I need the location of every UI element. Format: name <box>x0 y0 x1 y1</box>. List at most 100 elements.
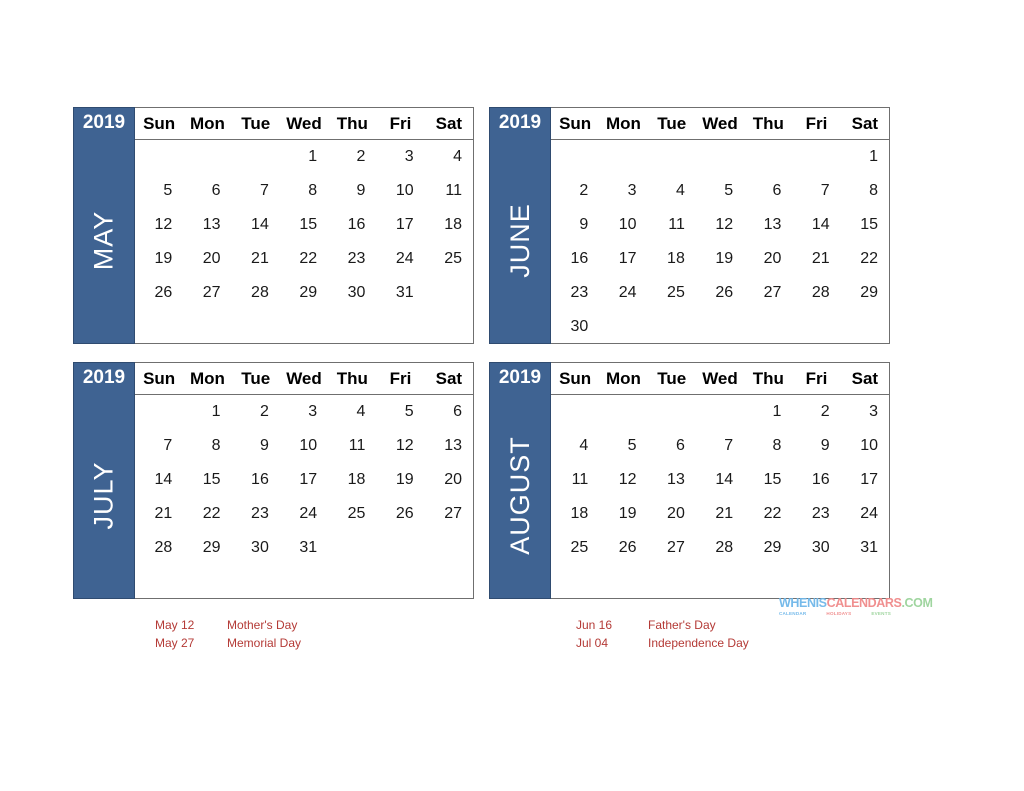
day-cell[interactable] <box>376 565 424 599</box>
day-cell[interactable]: 3 <box>841 395 889 430</box>
day-cell[interactable]: 14 <box>696 463 744 497</box>
day-cell[interactable]: 18 <box>328 463 376 497</box>
day-cell[interactable]: 6 <box>425 395 473 430</box>
day-cell[interactable] <box>744 310 792 344</box>
day-cell[interactable]: 4 <box>648 174 696 208</box>
day-cell[interactable]: 8 <box>841 174 889 208</box>
day-cell[interactable]: 16 <box>792 463 840 497</box>
day-cell[interactable]: 5 <box>135 174 183 208</box>
day-cell[interactable]: 6 <box>648 429 696 463</box>
day-cell[interactable]: 28 <box>696 531 744 565</box>
day-cell[interactable]: 20 <box>648 497 696 531</box>
day-cell[interactable]: 15 <box>841 208 889 242</box>
day-cell[interactable]: 11 <box>648 208 696 242</box>
day-cell[interactable] <box>599 310 647 344</box>
day-cell[interactable]: 20 <box>183 242 231 276</box>
day-cell[interactable]: 7 <box>792 174 840 208</box>
day-cell[interactable]: 29 <box>841 276 889 310</box>
day-cell[interactable] <box>425 565 473 599</box>
day-cell[interactable]: 10 <box>841 429 889 463</box>
day-cell[interactable]: 23 <box>551 276 599 310</box>
day-cell[interactable]: 23 <box>232 497 280 531</box>
day-cell[interactable]: 7 <box>696 429 744 463</box>
day-cell[interactable] <box>328 310 376 344</box>
day-cell[interactable]: 31 <box>376 276 424 310</box>
day-cell[interactable]: 28 <box>232 276 280 310</box>
day-cell[interactable]: 25 <box>551 531 599 565</box>
day-cell[interactable]: 20 <box>425 463 473 497</box>
day-cell[interactable] <box>648 310 696 344</box>
day-cell[interactable]: 9 <box>232 429 280 463</box>
day-cell[interactable] <box>425 531 473 565</box>
day-cell[interactable]: 22 <box>841 242 889 276</box>
day-cell[interactable]: 4 <box>551 429 599 463</box>
day-cell[interactable]: 30 <box>328 276 376 310</box>
day-cell[interactable] <box>648 565 696 599</box>
day-cell[interactable]: 10 <box>376 174 424 208</box>
day-cell[interactable]: 17 <box>599 242 647 276</box>
day-cell[interactable]: 29 <box>744 531 792 565</box>
day-cell[interactable]: 23 <box>792 497 840 531</box>
day-cell[interactable]: 1 <box>841 140 889 175</box>
day-cell[interactable]: 7 <box>135 429 183 463</box>
day-cell[interactable]: 16 <box>328 208 376 242</box>
day-cell[interactable] <box>135 310 183 344</box>
day-cell[interactable]: 3 <box>376 140 424 175</box>
day-cell[interactable]: 4 <box>425 140 473 175</box>
day-cell[interactable]: 13 <box>648 463 696 497</box>
day-cell[interactable] <box>744 565 792 599</box>
day-cell[interactable]: 21 <box>135 497 183 531</box>
day-cell[interactable]: 26 <box>376 497 424 531</box>
day-cell[interactable]: 18 <box>425 208 473 242</box>
day-cell[interactable]: 24 <box>841 497 889 531</box>
day-cell[interactable]: 12 <box>696 208 744 242</box>
day-cell[interactable]: 26 <box>135 276 183 310</box>
day-cell[interactable] <box>841 565 889 599</box>
day-cell[interactable]: 21 <box>792 242 840 276</box>
day-cell[interactable]: 3 <box>280 395 328 430</box>
day-cell[interactable]: 4 <box>328 395 376 430</box>
day-cell[interactable]: 11 <box>328 429 376 463</box>
day-cell[interactable] <box>376 310 424 344</box>
day-cell[interactable]: 29 <box>280 276 328 310</box>
day-cell[interactable] <box>135 565 183 599</box>
day-cell[interactable] <box>696 395 744 430</box>
day-cell[interactable]: 9 <box>551 208 599 242</box>
day-cell[interactable]: 14 <box>232 208 280 242</box>
day-cell[interactable]: 9 <box>328 174 376 208</box>
day-cell[interactable]: 24 <box>376 242 424 276</box>
day-cell[interactable] <box>696 565 744 599</box>
day-cell[interactable]: 14 <box>135 463 183 497</box>
day-cell[interactable] <box>696 140 744 175</box>
day-cell[interactable] <box>425 276 473 310</box>
day-cell[interactable]: 1 <box>744 395 792 430</box>
day-cell[interactable]: 11 <box>425 174 473 208</box>
day-cell[interactable]: 22 <box>280 242 328 276</box>
day-cell[interactable]: 27 <box>744 276 792 310</box>
day-cell[interactable]: 11 <box>551 463 599 497</box>
day-cell[interactable]: 5 <box>599 429 647 463</box>
day-cell[interactable]: 27 <box>648 531 696 565</box>
day-cell[interactable]: 2 <box>551 174 599 208</box>
day-cell[interactable]: 14 <box>792 208 840 242</box>
day-cell[interactable]: 19 <box>696 242 744 276</box>
day-cell[interactable] <box>792 140 840 175</box>
day-cell[interactable]: 25 <box>328 497 376 531</box>
day-cell[interactable]: 1 <box>280 140 328 175</box>
day-cell[interactable] <box>376 531 424 565</box>
day-cell[interactable]: 21 <box>232 242 280 276</box>
day-cell[interactable] <box>183 565 231 599</box>
day-cell[interactable] <box>841 310 889 344</box>
day-cell[interactable]: 27 <box>425 497 473 531</box>
day-cell[interactable] <box>599 140 647 175</box>
day-cell[interactable]: 12 <box>599 463 647 497</box>
day-cell[interactable]: 5 <box>696 174 744 208</box>
day-cell[interactable]: 23 <box>328 242 376 276</box>
day-cell[interactable]: 28 <box>792 276 840 310</box>
day-cell[interactable]: 19 <box>376 463 424 497</box>
day-cell[interactable]: 31 <box>841 531 889 565</box>
day-cell[interactable]: 9 <box>792 429 840 463</box>
day-cell[interactable]: 2 <box>232 395 280 430</box>
day-cell[interactable] <box>696 310 744 344</box>
day-cell[interactable] <box>551 395 599 430</box>
